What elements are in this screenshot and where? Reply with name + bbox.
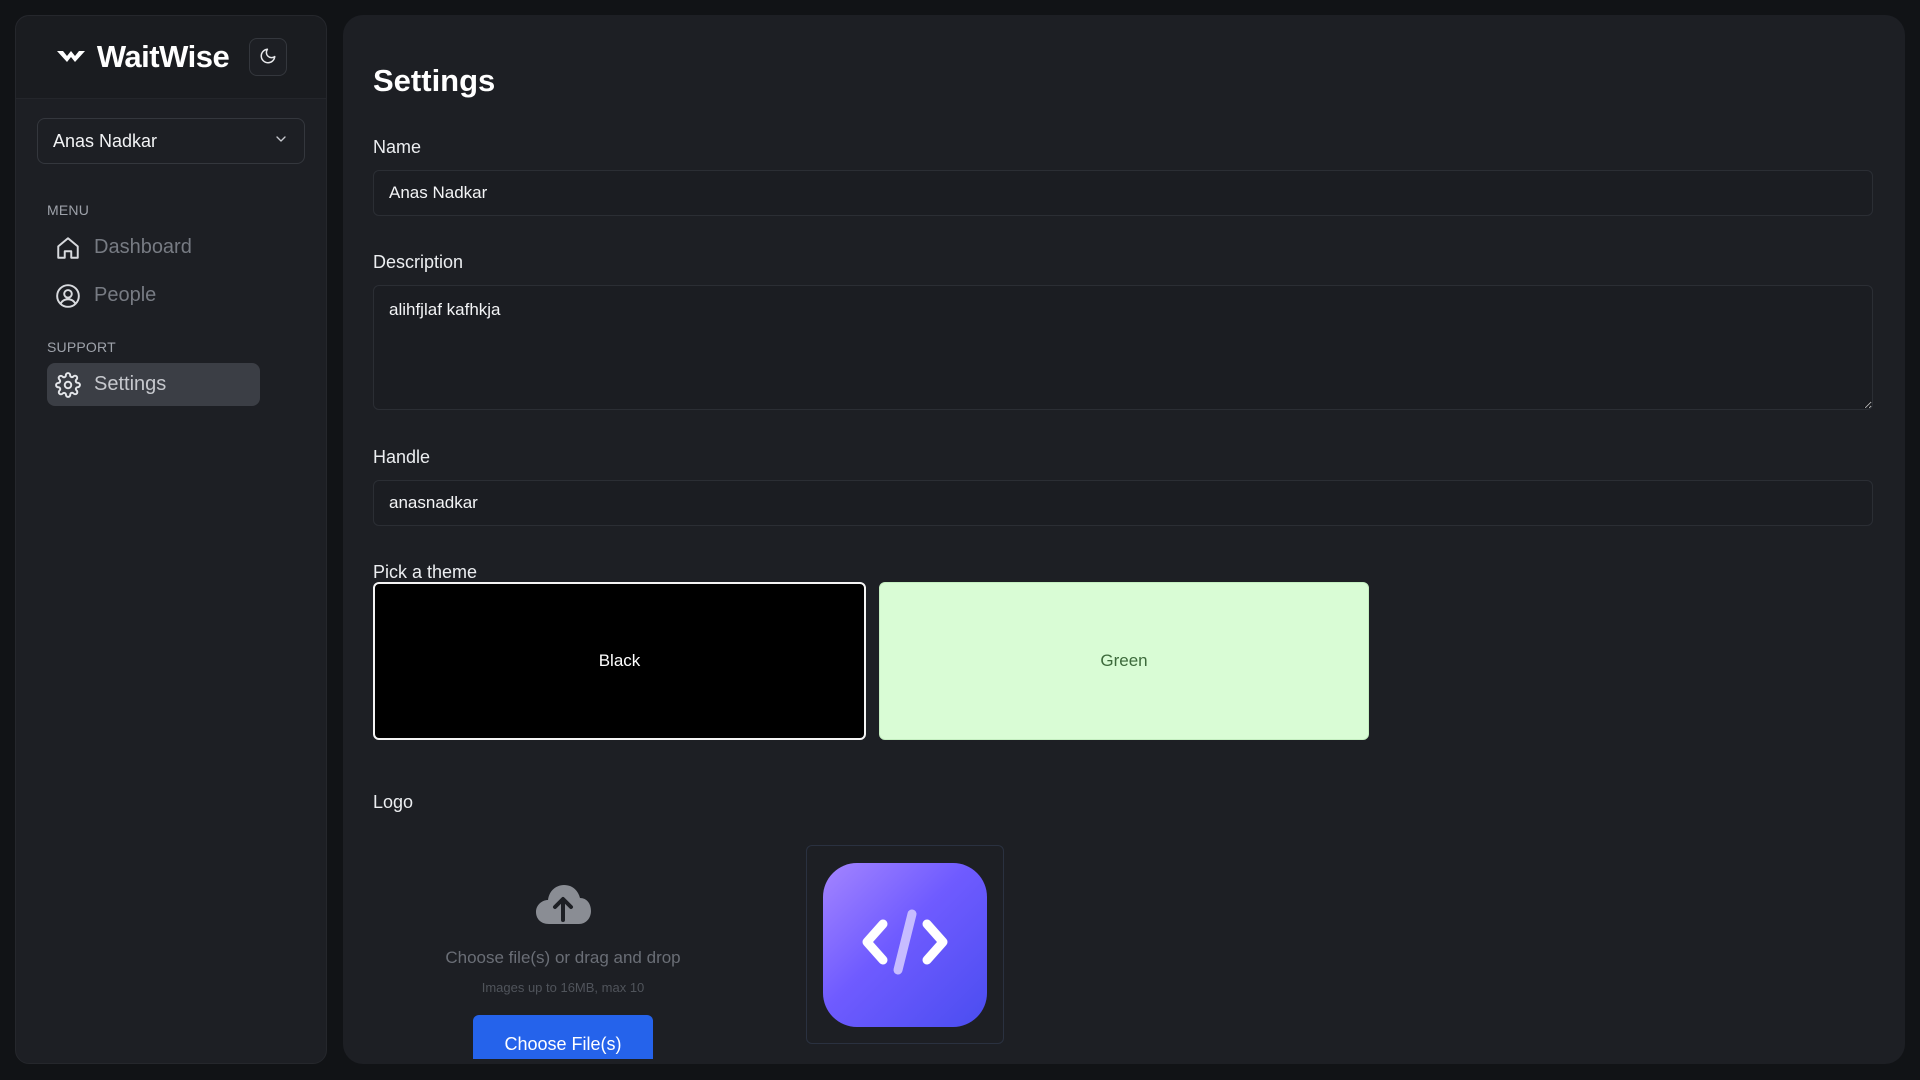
code-icon <box>855 902 955 987</box>
choose-files-button[interactable]: Choose File(s) <box>473 1015 653 1059</box>
sidebar-item-people[interactable]: People <box>47 274 260 317</box>
sidebar: WaitWise Anas Nadkar MENU Dashboard Peop… <box>15 15 327 1064</box>
brand-name: WaitWise <box>96 39 230 74</box>
logo-label: Logo <box>373 792 414 812</box>
theme-label: Pick a theme <box>373 562 478 582</box>
user-select-value: Anas Nadkar <box>53 130 158 151</box>
sidebar-item-label: People <box>94 284 157 306</box>
logo-image <box>823 862 987 1027</box>
nav-section-support: SUPPORT Settings <box>16 339 326 406</box>
dropzone-title: Choose file(s) or drag and drop <box>445 948 681 967</box>
nav-heading-menu: MENU <box>47 202 90 218</box>
sidebar-nav: MENU Dashboard People SUPPORT Settings <box>16 202 326 406</box>
nav-heading-support: SUPPORT <box>47 339 116 355</box>
page-title: Settings <box>373 63 496 98</box>
user-circle-icon <box>54 282 82 310</box>
brand-bar: WaitWise <box>16 16 326 99</box>
name-input[interactable] <box>373 170 1873 216</box>
cloud-upload-icon <box>534 880 592 930</box>
name-label: Name <box>373 137 422 157</box>
theme-option-label: Black <box>598 651 641 670</box>
theme-option-black[interactable]: Black <box>373 582 866 740</box>
logo-dropzone[interactable]: Choose file(s) or drag and drop Images u… <box>373 845 753 1064</box>
waitwise-logo-icon <box>55 46 87 68</box>
handle-input[interactable] <box>373 480 1873 526</box>
settings-panel: Settings Name Description alihfjlaf kafh… <box>343 15 1905 1064</box>
home-icon <box>54 234 82 262</box>
description-label: Description <box>373 252 464 272</box>
description-textarea[interactable]: alihfjlaf kafhkja <box>373 285 1873 410</box>
theme-toggle-button[interactable] <box>249 38 288 76</box>
moon-icon <box>259 47 277 68</box>
handle-label: Handle <box>373 447 431 467</box>
sidebar-item-dashboard[interactable]: Dashboard <box>47 226 260 269</box>
sidebar-item-label: Dashboard <box>94 236 192 258</box>
sidebar-item-label: Settings <box>94 373 167 395</box>
nav-section-menu: MENU Dashboard People <box>16 202 326 317</box>
theme-option-green[interactable]: Green <box>879 582 1369 740</box>
gear-icon <box>54 371 82 399</box>
dropzone-subtitle: Images up to 16MB, max 10 <box>481 980 645 995</box>
theme-option-label: Green <box>1100 651 1148 670</box>
sidebar-item-settings[interactable]: Settings <box>47 363 260 406</box>
user-select[interactable]: Anas Nadkar <box>37 118 305 164</box>
logo-preview[interactable] <box>806 845 1004 1044</box>
chevron-down-icon <box>273 131 289 152</box>
